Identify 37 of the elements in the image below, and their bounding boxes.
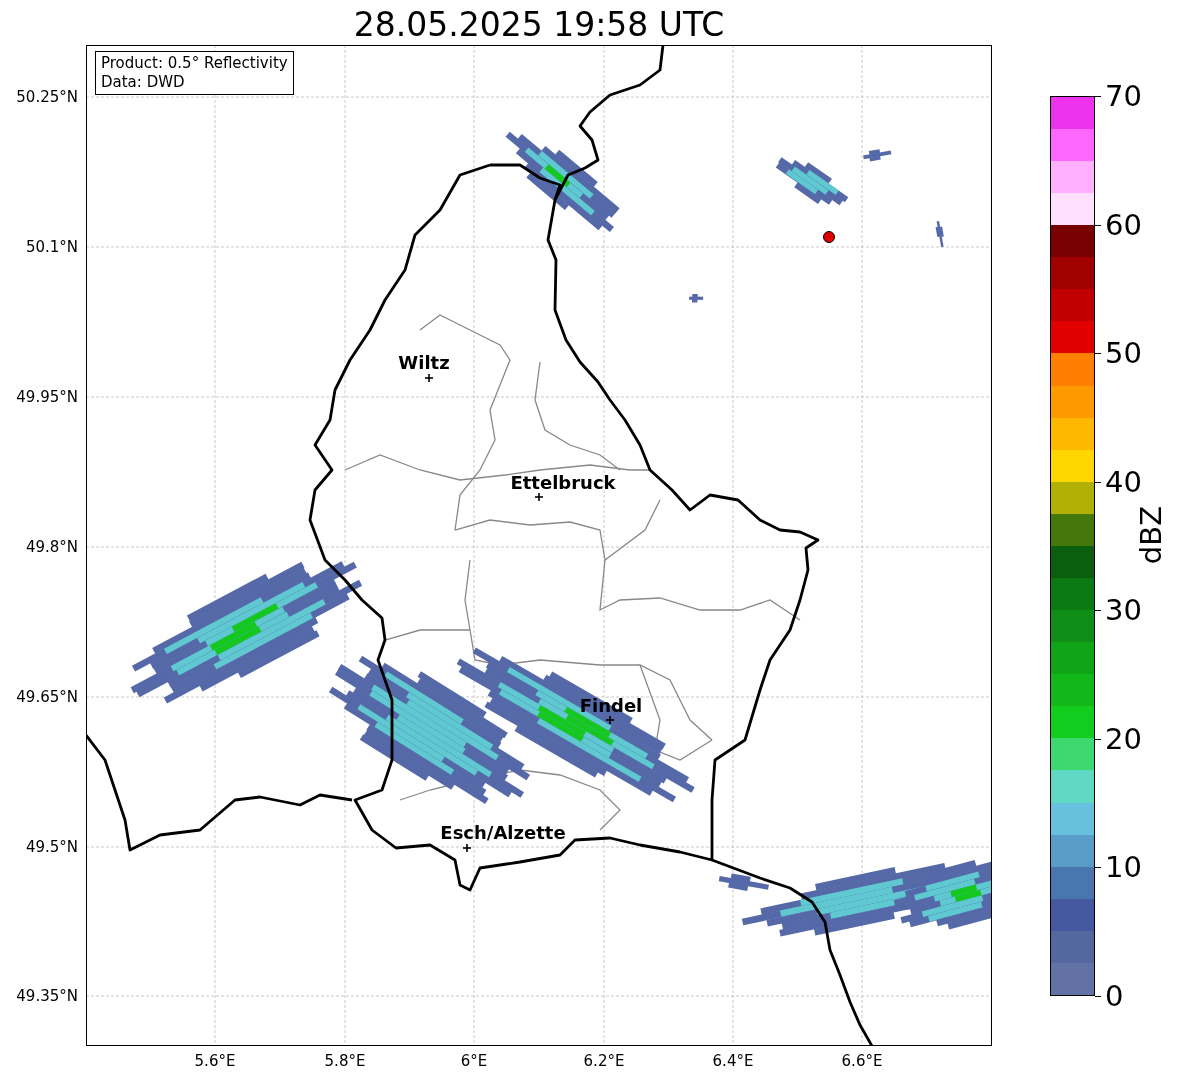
city-marker-icon (534, 492, 544, 502)
colorbar-tick-label: 10 (1105, 852, 1142, 883)
city-marker-icon (424, 373, 434, 383)
info-text: Data: DWD (101, 73, 186, 92)
colorbar-tick-label: 0 (1105, 981, 1124, 1011)
latitude-label: 49.65°N (16, 689, 78, 705)
rain-echo (689, 294, 704, 303)
rain-echo (935, 221, 944, 248)
latitude-label: 49.95°N (16, 389, 78, 405)
colorbar-tick-label: 40 (1105, 466, 1142, 497)
longitude-label: 6.4°E (712, 1052, 754, 1070)
colorbar-tick-label: 50 (1105, 338, 1142, 369)
city-label: Findel (579, 694, 643, 716)
info-text: Product: 0.5° Reflectivity (101, 54, 288, 73)
latitude-label: 50.1°N (25, 239, 78, 255)
city-marker-icon (605, 715, 615, 725)
longitude-label: 5.8°E (324, 1052, 366, 1070)
city-label: Esch/Alzette (440, 821, 566, 843)
colorbar-tick-label: 60 (1105, 209, 1142, 240)
colorbar-tick-label: 20 (1105, 723, 1142, 754)
latitude-label: 49.5°N (25, 839, 78, 855)
latitude-label: 49.35°N (16, 988, 78, 1004)
location-dot (823, 231, 835, 243)
longitude-label: 6.2°E (583, 1052, 625, 1070)
longitude-label: 5.6°E (194, 1052, 236, 1070)
longitude-label: 6.6°E (841, 1052, 883, 1070)
chart-title: 28.05.2025 19:58 UTC (352, 5, 726, 45)
latitude-label: 49.8°N (25, 539, 78, 555)
colorbar-tick-label: 70 (1105, 81, 1142, 111)
colorbar-tick-label: 30 (1105, 595, 1142, 626)
longitude-label: 6°E (460, 1052, 488, 1070)
latitude-label: 50.25°N (16, 89, 78, 105)
colorbar-label: dBZ (1135, 506, 1167, 565)
city-label: Ettelbruck (510, 471, 616, 493)
rain-echo (863, 149, 892, 162)
city-label: Wiltz (398, 351, 450, 373)
city-marker-icon (462, 843, 472, 853)
